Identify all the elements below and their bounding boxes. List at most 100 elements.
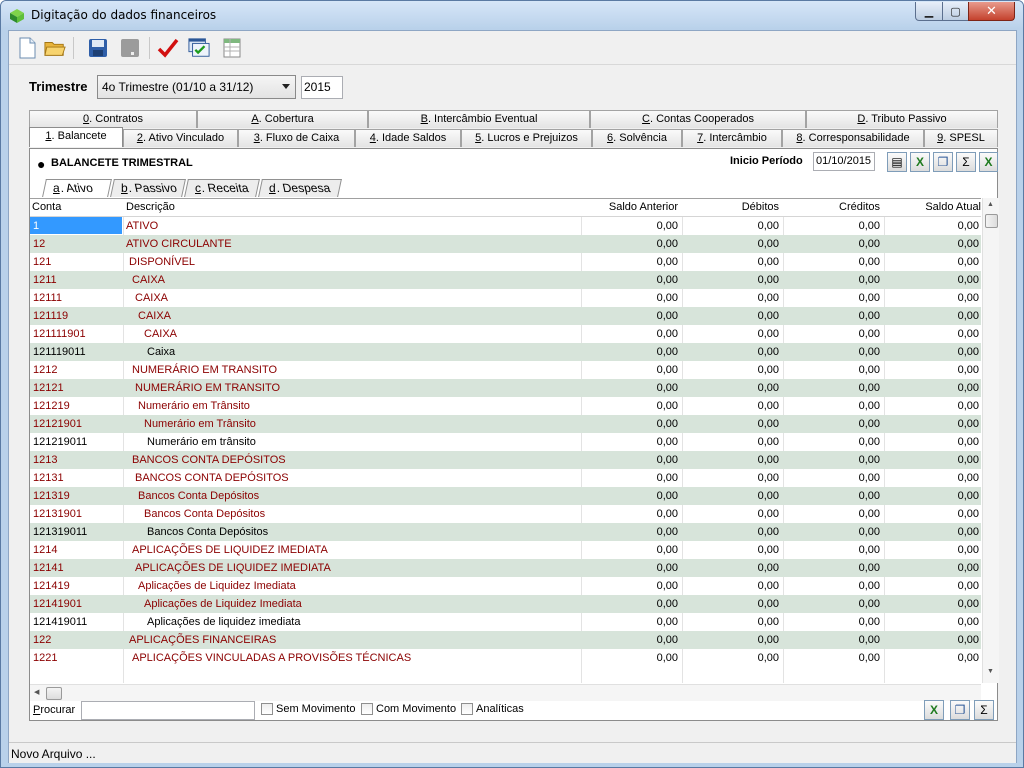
cell-debitos[interactable]: 0,00 [689, 526, 779, 538]
cell-saldo-atual[interactable]: 0,00 [889, 544, 979, 556]
analiticas-checkbox[interactable]: Analíticas [461, 703, 524, 715]
check-button[interactable] [157, 37, 179, 59]
cell-creditos[interactable]: 0,00 [790, 598, 880, 610]
cell-descricao[interactable]: Numerário em Trânsito [138, 400, 250, 412]
cell-saldo-anterior[interactable]: 0,00 [588, 472, 678, 484]
cell-saldo-atual[interactable]: 0,00 [889, 310, 979, 322]
cell-saldo-atual[interactable]: 0,00 [889, 364, 979, 376]
search-input[interactable] [81, 701, 255, 720]
minimize-button[interactable]: ▁ [915, 2, 943, 21]
cell-creditos[interactable]: 0,00 [790, 580, 880, 592]
cell-creditos[interactable]: 0,00 [790, 472, 880, 484]
cell-conta[interactable]: 12121 [33, 382, 64, 394]
open-folder-button[interactable] [44, 37, 66, 59]
cell-creditos[interactable]: 0,00 [790, 400, 880, 412]
table-row[interactable]: 122 APLICAÇÕES FINANCEIRAS 0,00 0,00 0,00 0,0… [30, 631, 981, 649]
excel-export-button[interactable]: X [910, 152, 930, 172]
cell-descricao[interactable]: APLICAÇÕES DE LIQUIDEZ IMEDIATA [132, 544, 328, 556]
cell-creditos[interactable]: 0,00 [790, 256, 880, 268]
trimestre-select[interactable]: 4o Trimestre (01/10 a 31/12) [97, 75, 296, 99]
cell-debitos[interactable]: 0,00 [689, 274, 779, 286]
cell-descricao[interactable]: Aplicações de Liquidez Imediata [138, 580, 296, 592]
excel-export-bottom-button[interactable]: X [924, 700, 944, 720]
cell-descricao[interactable]: CAIXA [132, 274, 165, 286]
cell-conta[interactable]: 12121901 [33, 418, 82, 430]
disabled-button[interactable] [119, 37, 141, 59]
subtab-ativo[interactable]: a. Ativo [42, 179, 112, 197]
table-row[interactable]: 121419 Aplicações de Liquidez Imediata 0,0… [30, 577, 981, 595]
cell-creditos[interactable]: 0,00 [790, 652, 880, 664]
cell-conta[interactable]: 12 [33, 238, 45, 250]
table-row[interactable]: 12131901 Bancos Conta Depósitos 0,00 0,00 0,… [30, 505, 981, 523]
cell-saldo-anterior[interactable]: 0,00 [588, 508, 678, 520]
excel-import-button[interactable]: X [979, 152, 998, 172]
cell-saldo-atual[interactable]: 0,00 [889, 454, 979, 466]
tab-contratos[interactable]: 0. Contratos [29, 110, 197, 128]
cell-saldo-atual[interactable]: 0,00 [889, 508, 979, 520]
cell-debitos[interactable]: 0,00 [689, 544, 779, 556]
col-header-conta[interactable]: Conta [32, 201, 61, 213]
cell-creditos[interactable]: 0,00 [790, 364, 880, 376]
cell-saldo-atual[interactable]: 0,00 [889, 436, 979, 448]
cell-conta[interactable]: 122 [33, 634, 51, 646]
tab-corresponsabilidade[interactable]: 8. Corresponsabilidade [782, 129, 924, 147]
cell-saldo-anterior[interactable]: 0,00 [588, 436, 678, 448]
subtab-passivo[interactable]: b. Passivo [110, 179, 186, 197]
cell-descricao[interactable]: NUMERÁRIO EM TRANSITO [132, 364, 277, 376]
cell-saldo-anterior[interactable]: 0,00 [588, 490, 678, 502]
cell-conta[interactable]: 12141901 [33, 598, 82, 610]
table-row[interactable]: 1213 BANCOS CONTA DEPÓSITOS 0,00 0,00 0,00 0,… [30, 451, 981, 469]
cell-descricao[interactable]: CAIXA [138, 310, 171, 322]
scroll-down-icon[interactable]: ▼ [987, 668, 994, 675]
tab-spesl[interactable]: 9. SPESL [924, 129, 998, 147]
save-button[interactable] [87, 37, 109, 59]
vertical-scrollbar[interactable]: ▲ ▼ [982, 198, 999, 683]
cell-descricao[interactable]: Bancos Conta Depósitos [144, 508, 265, 520]
com-movimento-checkbox[interactable]: Com Movimento [361, 703, 456, 715]
cell-saldo-anterior[interactable]: 0,00 [588, 346, 678, 358]
cell-debitos[interactable]: 0,00 [689, 400, 779, 412]
cell-debitos[interactable]: 0,00 [689, 616, 779, 628]
cell-debitos[interactable]: 0,00 [689, 382, 779, 394]
cell-saldo-atual[interactable]: 0,00 [889, 490, 979, 502]
cell-saldo-anterior[interactable]: 0,00 [588, 292, 678, 304]
cell-conta[interactable]: 1 [30, 217, 122, 234]
cell-debitos[interactable]: 0,00 [689, 598, 779, 610]
cell-saldo-anterior[interactable]: 0,00 [588, 256, 678, 268]
cell-creditos[interactable]: 0,00 [790, 562, 880, 574]
cell-saldo-atual[interactable]: 0,00 [889, 256, 979, 268]
table-row[interactable]: 121119 CAIXA 0,00 0,00 0,00 0,00 [30, 307, 981, 325]
cell-creditos[interactable]: 0,00 [790, 238, 880, 250]
cell-debitos[interactable]: 0,00 [689, 634, 779, 646]
cell-debitos[interactable]: 0,00 [689, 472, 779, 484]
cell-saldo-anterior[interactable]: 0,00 [588, 364, 678, 376]
cell-saldo-atual[interactable]: 0,00 [889, 382, 979, 394]
cell-saldo-atual[interactable]: 0,00 [889, 292, 979, 304]
cell-creditos[interactable]: 0,00 [790, 328, 880, 340]
cell-creditos[interactable]: 0,00 [790, 436, 880, 448]
tab-tributo-passivo[interactable]: D. Tributo Passivo [806, 110, 998, 128]
cell-descricao[interactable]: CAIXA [135, 292, 168, 304]
tab-lucros-e-prejuizos[interactable]: 5. Lucros e Prejuizos [461, 129, 592, 147]
cell-descricao[interactable]: ATIVO [126, 220, 158, 232]
cell-saldo-anterior[interactable]: 0,00 [588, 544, 678, 556]
table-row[interactable]: 12121 NUMERÁRIO EM TRANSITO 0,00 0,00 0,00 0,… [30, 379, 981, 397]
tab-intercambio[interactable]: 7. Intercâmbio [682, 129, 782, 147]
cell-saldo-atual[interactable]: 0,00 [889, 526, 979, 538]
cell-saldo-atual[interactable]: 0,00 [889, 580, 979, 592]
cell-saldo-atual[interactable]: 0,00 [889, 652, 979, 664]
cell-conta[interactable]: 121419 [33, 580, 70, 592]
tab-solvencia[interactable]: 6. Solvência [592, 129, 682, 147]
cell-creditos[interactable]: 0,00 [790, 544, 880, 556]
cell-saldo-anterior[interactable]: 0,00 [588, 526, 678, 538]
cell-saldo-anterior[interactable]: 0,00 [588, 616, 678, 628]
cell-conta[interactable]: 121219 [33, 400, 70, 412]
table-row[interactable]: 121319011 Bancos Conta Depósitos 0,00 0,00 0… [30, 523, 981, 541]
table-row[interactable]: 121111901 CAIXA 0,00 0,00 0,00 0,00 [30, 325, 981, 343]
tab-contas-cooperados[interactable]: C. Contas Cooperados [590, 110, 806, 128]
cell-saldo-anterior[interactable]: 0,00 [588, 454, 678, 466]
tab-idade-saldos[interactable]: 4. Idade Saldos [355, 129, 461, 147]
cell-conta[interactable]: 12111 [33, 292, 62, 304]
cell-conta[interactable]: 1214 [33, 544, 57, 556]
cell-conta[interactable]: 12131901 [33, 508, 82, 520]
